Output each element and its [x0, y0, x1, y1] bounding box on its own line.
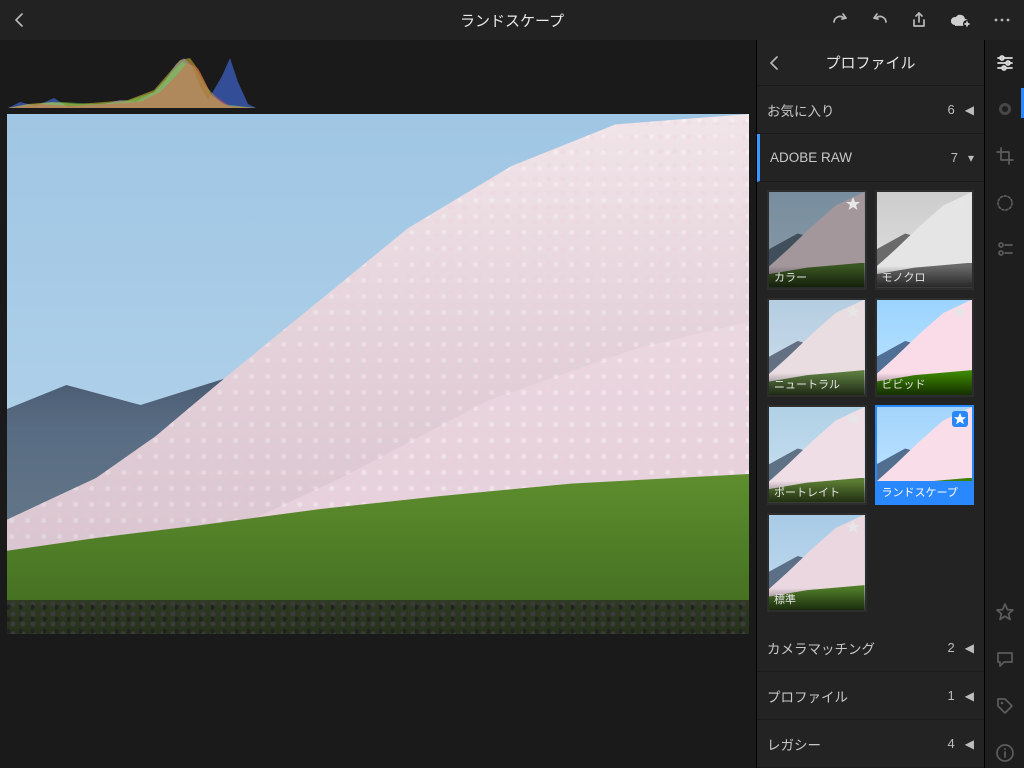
chevron-left-icon: ◀	[965, 689, 974, 703]
star-icon[interactable]	[845, 304, 861, 320]
panel-header: プロファイル	[757, 40, 984, 86]
chevron-left-icon: ◀	[965, 641, 974, 655]
section-count: 7	[951, 150, 958, 165]
masking-icon[interactable]	[995, 193, 1015, 218]
profile-grid: カラー モノクロ ニュートラル ビビッド ポートレイト	[757, 182, 984, 624]
section-label: レガシー	[767, 734, 821, 754]
presets-icon[interactable]	[995, 240, 1015, 263]
crop-icon[interactable]	[995, 146, 1015, 171]
chevron-left-icon: ◀	[965, 737, 974, 751]
rate-star-icon[interactable]	[995, 602, 1015, 627]
main-photo[interactable]	[7, 114, 749, 634]
profile-label: ランドスケープ	[877, 481, 973, 503]
healing-icon[interactable]	[995, 99, 1015, 124]
section-count: 1	[948, 688, 955, 703]
histogram-area	[0, 40, 756, 108]
section-count: 4	[948, 736, 955, 751]
profile-thumb-neutral[interactable]: ニュートラル	[767, 298, 867, 398]
section-label: ADOBE RAW	[770, 150, 852, 165]
back-icon[interactable]	[12, 11, 26, 29]
section-profile[interactable]: プロファイル 1 ◀	[757, 672, 984, 720]
tag-icon[interactable]	[995, 696, 1015, 721]
section-label: プロファイル	[767, 686, 848, 706]
profile-label: モノクロ	[877, 266, 973, 288]
profile-thumb-landscape[interactable]: ランドスケープ	[875, 405, 975, 505]
section-count: 6	[948, 102, 955, 117]
section-label: カメラマッチング	[767, 638, 875, 658]
section-label: お気に入り	[767, 100, 835, 120]
profile-thumb-standard[interactable]: 標準	[767, 513, 867, 613]
panel-back-icon[interactable]	[767, 54, 781, 72]
chevron-left-icon: ◀	[965, 103, 974, 117]
profile-label: ニュートラル	[769, 373, 865, 395]
share-icon[interactable]	[910, 11, 928, 29]
profile-label: ビビッド	[877, 373, 973, 395]
star-icon[interactable]	[845, 519, 861, 535]
more-icon[interactable]	[992, 11, 1012, 29]
star-icon[interactable]	[845, 196, 861, 212]
profile-label: 標準	[769, 588, 865, 610]
redo-icon[interactable]	[830, 12, 850, 28]
section-adobe-raw[interactable]: ADOBE RAW 7 ▾	[757, 134, 984, 182]
profile-thumb-vivid[interactable]: ビビッド	[875, 298, 975, 398]
profile-thumb-color[interactable]: カラー	[767, 190, 867, 290]
adjust-sliders-icon[interactable]	[995, 54, 1015, 77]
star-icon[interactable]	[952, 304, 968, 320]
profile-thumb-mono[interactable]: モノクロ	[875, 190, 975, 290]
profile-thumb-portrait[interactable]: ポートレイト	[767, 405, 867, 505]
cloud-sync-icon[interactable]	[948, 11, 972, 29]
section-camera-matching[interactable]: カメラマッチング 2 ◀	[757, 624, 984, 672]
tool-rail	[984, 40, 1024, 768]
star-icon[interactable]	[952, 411, 968, 427]
section-favorites[interactable]: お気に入り 6 ◀	[757, 86, 984, 134]
profile-panel: プロファイル お気に入り 6 ◀ ADOBE RAW 7 ▾ カラー モノクロ	[756, 40, 984, 768]
panel-title: プロファイル	[757, 52, 984, 73]
section-legacy[interactable]: レガシー 4 ◀	[757, 720, 984, 768]
app-topbar: ランドスケープ	[0, 0, 1024, 40]
comments-icon[interactable]	[995, 649, 1015, 674]
undo-icon[interactable]	[870, 12, 890, 28]
histogram[interactable]	[8, 52, 256, 108]
section-count: 2	[948, 640, 955, 655]
chevron-down-icon: ▾	[968, 151, 974, 165]
profile-label: ポートレイト	[769, 481, 865, 503]
profile-label: カラー	[769, 266, 865, 288]
info-icon[interactable]	[995, 743, 1015, 768]
editor-canvas-area	[0, 40, 756, 768]
star-icon[interactable]	[845, 411, 861, 427]
star-icon[interactable]	[952, 196, 968, 212]
